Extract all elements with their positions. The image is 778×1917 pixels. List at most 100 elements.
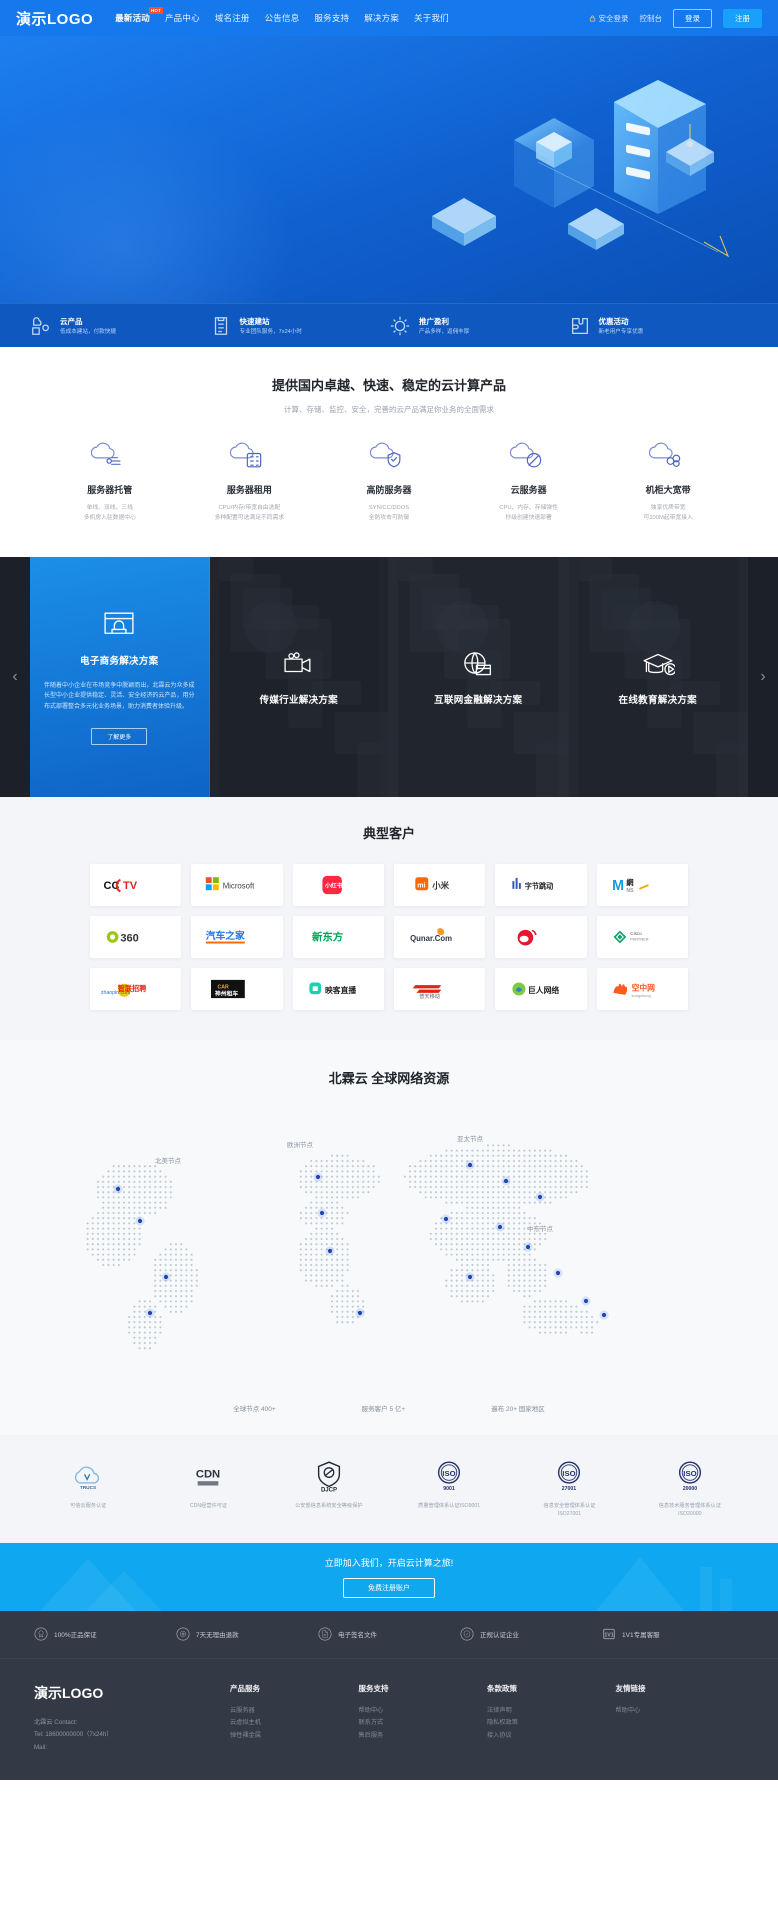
svg-text:ISO: ISO bbox=[683, 1469, 696, 1478]
client-logo-card-13[interactable]: CAR 神州租车 bbox=[191, 968, 283, 1011]
nav-item-5[interactable]: 解决方案 bbox=[364, 12, 399, 24]
svg-text:ISO: ISO bbox=[563, 1469, 576, 1478]
product-card-2[interactable]: 高防服务器 SYN/CC/DDOS 全防攻击可防御 bbox=[319, 441, 459, 523]
svg-text:Microsoft: Microsoft bbox=[223, 881, 255, 890]
footer-link-3-0[interactable]: 帮助中心 bbox=[616, 1705, 745, 1718]
client-logo-card-3[interactable]: mi 小米 bbox=[394, 864, 486, 907]
solution-content: 互联网金融解决方案 bbox=[420, 648, 536, 706]
product-card-0[interactable]: 服务器托管 单线、双线、三线 多机房入驻数据中心 bbox=[40, 441, 180, 523]
register-button[interactable]: 注册 bbox=[723, 8, 762, 28]
feature-item-3: 优惠活动 新老用户专享优惠 bbox=[569, 315, 749, 337]
footer-column-title: 服务支持 bbox=[358, 1683, 389, 1693]
nav-item-0[interactable]: 最新活动 HOT bbox=[115, 7, 163, 24]
carousel-next-button[interactable]: › bbox=[748, 557, 778, 798]
cert-item-4: ISO 27001 信息安全管理体系认证 ISO27001 bbox=[509, 1457, 629, 1519]
cta-banner: 立即加入我们，开启云计算之旅! 免费注册账户 bbox=[0, 1542, 778, 1611]
service-item-0: 100%正品保证 bbox=[34, 1627, 176, 1641]
client-logo-card-16[interactable]: 巨人网络 bbox=[495, 968, 587, 1011]
solution-slide-2[interactable]: 互联网金融解决方案 bbox=[389, 557, 569, 798]
nav-item-3[interactable]: 公告信息 bbox=[265, 12, 300, 24]
footer-logo: 演示LOGO bbox=[34, 1684, 104, 1701]
solution-slide-1[interactable]: 传媒行业解决方案 bbox=[209, 557, 389, 798]
login-button[interactable]: 登录 bbox=[673, 8, 712, 28]
world-map: 北美节点 欧洲节点 亚太节点 中东节点 bbox=[0, 1101, 778, 1401]
site-logo[interactable]: 演示LOGO bbox=[16, 8, 93, 29]
footer-link-0-1[interactable]: 云虚拟主机 bbox=[230, 1717, 359, 1730]
svg-text:zhaopin.com: zhaopin.com bbox=[101, 990, 130, 996]
feature-title: 推广盈利 bbox=[419, 316, 449, 326]
client-logo-card-11[interactable]: Cisco PARTNER bbox=[596, 916, 688, 959]
footer-link-2-0[interactable]: 法律声明 bbox=[487, 1705, 616, 1718]
solution-more-button[interactable]: 了解更多 bbox=[91, 728, 148, 746]
client-logo-card-7[interactable]: 汽车之家 bbox=[191, 916, 283, 959]
client-logo-card-17[interactable]: 空中网 kongzhong bbox=[596, 968, 688, 1011]
cert-label: 信息技术服务管理体系认证 ISO20000 bbox=[658, 1503, 721, 1517]
header-actions: 安全登录 控制台 登录 注册 bbox=[589, 8, 762, 28]
client-logo-xiaohongshu: 小红书 bbox=[322, 876, 343, 895]
solution-content: 传媒行业解决方案 bbox=[246, 648, 352, 706]
product-name: 云服务器 bbox=[510, 485, 547, 495]
solution-slide-0[interactable]: 电子商务解决方案 伴随着中小企业在市场竞争中脱颖而出，北霖云为众多成长型中小企业提… bbox=[30, 557, 210, 798]
hero-glow bbox=[0, 103, 300, 303]
client-logo-card-5[interactable]: M 網 NS bbox=[596, 864, 688, 907]
cert-label: 可信云服务认证 bbox=[70, 1503, 107, 1510]
footer-link-1-2[interactable]: 售后服务 bbox=[359, 1730, 488, 1743]
client-logo-card-2[interactable]: 小红书 bbox=[292, 864, 384, 907]
secure-login-link[interactable]: 安全登录 bbox=[589, 13, 629, 24]
client-logo-card-9[interactable]: Qunar.Com bbox=[394, 916, 486, 959]
svg-text:北美节点: 北美节点 bbox=[155, 1156, 182, 1165]
svg-text:20000: 20000 bbox=[683, 1486, 698, 1492]
client-logo-n360: 360 bbox=[106, 931, 138, 945]
carousel-prev-button[interactable]: ‹ bbox=[0, 557, 30, 798]
footer-brand: 演示LOGO 北霖云 Contact: Tel: 18600000000（7x24… bbox=[34, 1683, 230, 1754]
client-logo-card-4[interactable]: 字节跳动 bbox=[495, 864, 587, 907]
feature-sub: 产品多样，返佣丰厚 bbox=[419, 328, 470, 335]
client-logo-card-8[interactable]: 新东方 bbox=[292, 916, 384, 959]
client-logo-card-0[interactable]: CC TV bbox=[90, 864, 182, 907]
console-link[interactable]: 控制台 bbox=[640, 13, 663, 24]
client-logo-card-12[interactable]: 智联招聘 zhaopin.com bbox=[90, 968, 182, 1011]
cert-label: 公安部信息系统安全等级保护 bbox=[295, 1503, 363, 1510]
client-logo-card-15[interactable]: 普天移动 bbox=[394, 968, 486, 1011]
svg-text:CDN: CDN bbox=[196, 1469, 220, 1481]
nav-item-4[interactable]: 服务支持 bbox=[314, 12, 349, 24]
site-header: 演示LOGO 最新活动 HOT 产品中心 域名注册 公告信息 服务支持 解决方案 关于我们 安… bbox=[0, 0, 778, 36]
footer-link-1-0[interactable]: 帮助中心 bbox=[359, 1705, 488, 1718]
client-logo-card-10[interactable] bbox=[495, 916, 587, 959]
solution-slide-3[interactable]: 在线教育解决方案 bbox=[568, 557, 748, 798]
nav-item-1[interactable]: 产品中心 bbox=[165, 12, 200, 24]
cert-item-2: DJCP 公安部信息系统安全等级保护 bbox=[269, 1457, 389, 1511]
product-name: 服务器托管 bbox=[87, 485, 133, 495]
footer-link-1-1[interactable]: 联系方式 bbox=[359, 1717, 488, 1730]
solution-title: 在线教育解决方案 bbox=[618, 695, 697, 707]
product-card-1[interactable]: 服务器租用 CPU/内存/带宽自由选配 多种配置可选满足不同需求 bbox=[180, 441, 320, 523]
feature-title: 优惠活动 bbox=[598, 316, 629, 326]
nav-item-6[interactable]: 关于我们 bbox=[414, 12, 449, 24]
products-section: 提供国内卓越、快速、稳定的云计算产品 计算、存储、监控、安全，完善的云产品满足你… bbox=[0, 347, 778, 558]
map-title: 北霖云 全球网络资源 bbox=[328, 1071, 450, 1087]
cert-item-0: TRUCS 可信云服务认证 bbox=[28, 1457, 148, 1511]
product-card-4[interactable]: 机柜大宽带 独享优质带宽 可100M起带宽接入 bbox=[598, 441, 738, 523]
solution-title: 电子商务解决方案 bbox=[80, 655, 159, 667]
cert-label: CDN经营许可证 bbox=[189, 1503, 228, 1510]
refund-icon bbox=[176, 1627, 190, 1641]
cta-register-button[interactable]: 免费注册账户 bbox=[343, 1577, 435, 1598]
feature-sub: 低成本建站，付款快捷 bbox=[60, 328, 116, 335]
client-logo-card-6[interactable]: 360 bbox=[90, 916, 182, 959]
footer-link-2-2[interactable]: 接入协议 bbox=[487, 1730, 616, 1743]
cert-item-3: ISO 9001 质量管理体系认证ISO9001 bbox=[389, 1457, 509, 1511]
solutions-track: 电子商务解决方案 伴随着中小企业在市场竞争中脱颖而出，北霖云为众多成长型中小企业提… bbox=[30, 557, 748, 798]
nav-item-2[interactable]: 域名注册 bbox=[215, 12, 250, 24]
footer-link-0-0[interactable]: 云服务器 bbox=[230, 1705, 359, 1718]
client-logo-card-1[interactable]: Microsoft bbox=[191, 864, 283, 907]
service-label: 正规认证企业 bbox=[480, 1632, 519, 1640]
cloud-shield-icon bbox=[370, 442, 401, 468]
svg-text:Qunar.Com: Qunar.Com bbox=[410, 934, 452, 943]
client-logo-card-14[interactable]: 映客直播 bbox=[292, 968, 384, 1011]
footer-link-0-2[interactable]: 弹性裸金属 bbox=[230, 1730, 359, 1743]
footer-link-2-1[interactable]: 隐私权政策 bbox=[487, 1717, 616, 1730]
client-logo-putian: 普天移动 bbox=[412, 985, 441, 1000]
product-card-3[interactable]: 云服务器 CPU、内存、存储弹性 秒级创建快速部署 bbox=[459, 441, 599, 523]
products-list: 服务器托管 单线、双线、三线 多机房入驻数据中心 服务器租用 CPU/内存/带宽自由选配… bbox=[0, 441, 778, 523]
video-camera-icon bbox=[284, 652, 311, 673]
